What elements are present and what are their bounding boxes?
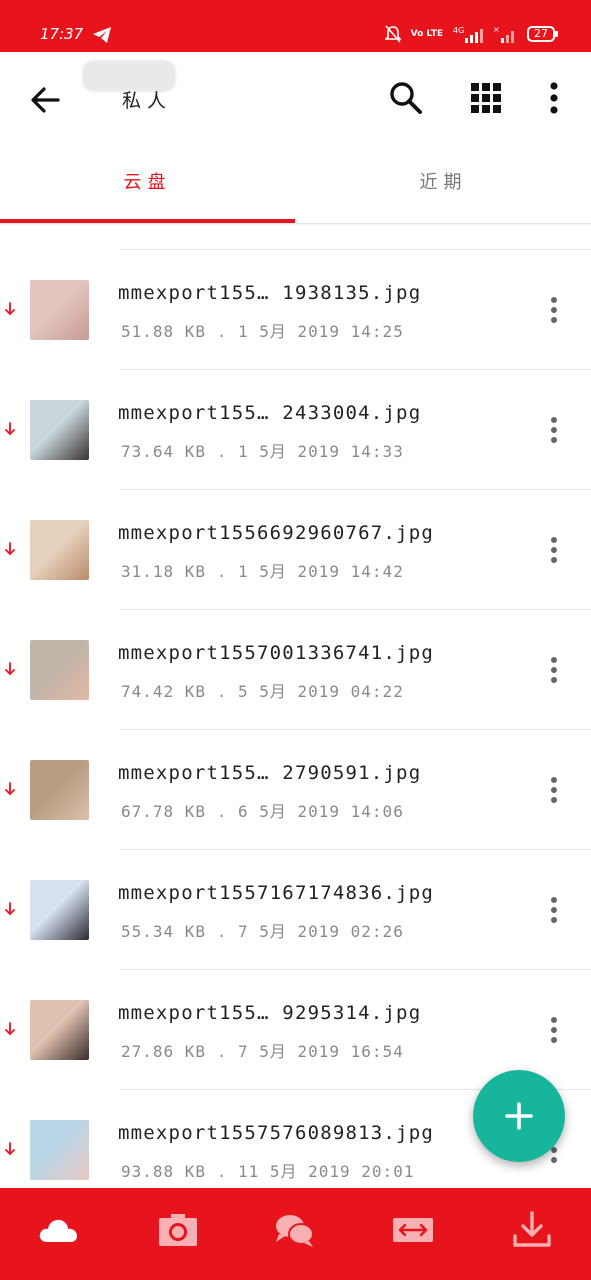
download-arrow-icon — [5, 1022, 15, 1036]
plus-icon — [505, 1102, 533, 1130]
more-vert-icon[interactable] — [542, 534, 566, 566]
download-arrow-icon — [5, 782, 15, 796]
status-time: 17:37 — [40, 25, 84, 43]
file-name: mmexport1557001336741.jpg — [118, 642, 434, 664]
file-name: mmexport1556692960767.jpg — [118, 522, 434, 544]
download-arrow-icon — [5, 422, 15, 436]
file-thumbnail — [30, 400, 89, 460]
mute-bell-icon — [384, 25, 401, 43]
cloud-icon[interactable] — [37, 1210, 81, 1250]
file-thumbnail — [30, 1000, 89, 1060]
telegram-icon — [93, 27, 111, 43]
volte-label: Vo LTE — [410, 28, 443, 39]
download-icon[interactable] — [510, 1210, 554, 1250]
status-icons: Vo LTE 4G × 27 — [384, 24, 558, 44]
file-row[interactable]: mmexport1556692960767.jpg 31.18 KB . 1 5月… — [0, 490, 591, 610]
status-bar: 17:37 Vo LTE 4G × 27 — [0, 0, 591, 52]
file-thumbnail — [30, 280, 89, 340]
tab-bar: 云盘 近期 — [0, 148, 591, 225]
back-arrow-icon[interactable] — [28, 82, 64, 118]
file-meta: 55.34 KB . 7 5月 2019 02:26 — [121, 922, 404, 941]
signal-no-service-icon: × — [493, 25, 514, 43]
more-vert-icon[interactable] — [542, 1014, 566, 1046]
search-icon[interactable] — [388, 80, 424, 116]
add-fab-button[interactable] — [473, 1070, 565, 1162]
file-name: mmexport1557167174836.jpg — [118, 882, 434, 904]
file-list[interactable]: 58.38 KB . 1 5月 2019 14:23mmexport155… 1… — [0, 224, 591, 1188]
file-row[interactable]: mmexport155… 2790591.jpg 67.78 KB . 6 5月 … — [0, 730, 591, 850]
more-vert-icon[interactable] — [542, 294, 566, 326]
camera-icon[interactable] — [156, 1210, 200, 1250]
more-vert-icon[interactable] — [542, 774, 566, 806]
file-thumbnail — [30, 880, 89, 940]
file-row[interactable]: 58.38 KB . 1 5月 2019 14:23 — [0, 224, 591, 250]
more-vert-icon[interactable] — [542, 654, 566, 686]
svg-text:4G: 4G — [453, 26, 464, 35]
page-title: 私人 — [122, 90, 173, 112]
battery-indicator: 27 — [527, 26, 558, 42]
file-row[interactable]: mmexport155… 1938135.jpg 51.88 KB . 1 5月 … — [0, 250, 591, 370]
chat-icon[interactable] — [273, 1210, 317, 1250]
file-meta: 93.88 KB . 11 5月 2019 20:01 — [121, 1162, 415, 1181]
file-meta: 27.86 KB . 7 5月 2019 16:54 — [121, 1042, 404, 1061]
signal-4g-icon: 4G — [453, 26, 483, 43]
file-meta: 67.78 KB . 6 5月 2019 14:06 — [121, 802, 404, 821]
download-arrow-icon — [5, 542, 15, 556]
tab-cloud[interactable]: 云盘 — [0, 148, 295, 220]
download-arrow-icon — [5, 302, 15, 316]
file-meta: 73.64 KB . 1 5月 2019 14:33 — [121, 442, 404, 461]
file-thumbnail — [30, 1120, 89, 1180]
file-thumbnail — [30, 520, 89, 580]
download-arrow-icon — [5, 902, 15, 916]
file-row[interactable]: mmexport1557167174836.jpg 55.34 KB . 7 5月… — [0, 850, 591, 970]
file-row[interactable]: mmexport1557001336741.jpg 74.42 KB . 5 5月… — [0, 610, 591, 730]
tab-recent[interactable]: 近期 — [296, 148, 591, 220]
file-name: mmexport155… 2433004.jpg — [118, 402, 422, 424]
file-meta: 31.18 KB . 1 5月 2019 14:42 — [121, 562, 404, 581]
file-name: mmexport1557576089813.jpg — [118, 1122, 434, 1144]
more-vert-icon[interactable] — [542, 414, 566, 446]
download-arrow-icon — [5, 1142, 15, 1156]
file-meta: 74.42 KB . 5 5月 2019 04:22 — [121, 682, 404, 701]
file-meta: 51.88 KB . 1 5月 2019 14:25 — [121, 322, 404, 341]
download-arrow-icon — [5, 662, 15, 676]
more-vert-icon[interactable] — [538, 78, 570, 118]
file-row[interactable]: mmexport155… 2433004.jpg 73.64 KB . 1 5月 … — [0, 370, 591, 490]
file-thumbnail — [30, 760, 89, 820]
file-name: mmexport155… 9295314.jpg — [118, 1002, 422, 1024]
transfer-icon[interactable] — [391, 1210, 435, 1250]
grid-view-icon[interactable] — [468, 80, 504, 116]
file-name: mmexport155… 2790591.jpg — [118, 762, 422, 784]
file-thumbnail — [30, 640, 89, 700]
file-name: mmexport155… 1938135.jpg — [118, 282, 422, 304]
more-vert-icon[interactable] — [542, 894, 566, 926]
svg-text:×: × — [493, 25, 500, 34]
bottom-nav — [0, 1188, 591, 1280]
